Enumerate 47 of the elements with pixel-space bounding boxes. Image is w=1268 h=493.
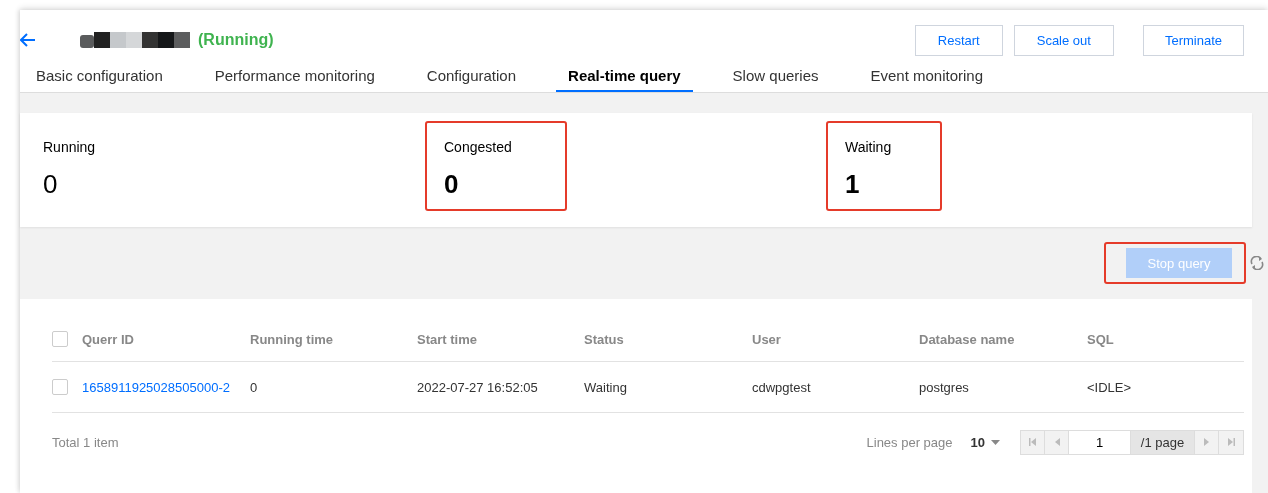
- next-page-button[interactable]: [1195, 430, 1219, 454]
- header-button[interactable]: Scale out: [1013, 24, 1114, 56]
- column-header: Status: [584, 331, 625, 347]
- tab[interactable]: Performance monitoring: [202, 62, 387, 92]
- pagination-control[interactable]: 1 /1 page: [1020, 429, 1244, 455]
- column-header: Database name: [919, 331, 1016, 347]
- tab[interactable]: Slow queries: [720, 62, 831, 92]
- stat-value: 0: [444, 169, 460, 200]
- caret-icon: [991, 439, 1000, 445]
- table-cell-text: <IDLE>: [1087, 379, 1133, 395]
- header-button[interactable]: Terminate: [1142, 24, 1244, 56]
- total-count: Total 1 item: [52, 434, 119, 450]
- instance-status: (Running): [198, 31, 274, 49]
- column-header: User: [752, 331, 782, 347]
- last-page-button[interactable]: [1219, 430, 1243, 454]
- first-page-button[interactable]: [1021, 430, 1045, 454]
- last-page-icon: [1227, 438, 1235, 446]
- checkbox[interactable]: [52, 331, 68, 347]
- stat-value: 0: [43, 169, 59, 200]
- table-cell-text: 0: [250, 379, 259, 395]
- column-header: Running time: [250, 331, 335, 347]
- header-button[interactable]: Restart: [914, 24, 1003, 56]
- refresh-icon[interactable]: [1250, 256, 1264, 270]
- page-total: /1 page: [1131, 430, 1195, 454]
- tab[interactable]: Configuration: [414, 62, 529, 92]
- table-cell-text: Waiting: [584, 379, 628, 395]
- stat-value: 1: [845, 169, 861, 200]
- stat-label: Running: [43, 139, 97, 155]
- stat-label: Congested: [444, 139, 513, 155]
- tab[interactable]: Event monitoring: [858, 62, 996, 92]
- table-cell-text: 2022-07-27 16:52:05: [417, 379, 539, 395]
- lines-per-page-label: Lines per page: [866, 434, 953, 450]
- column-header: Start time: [417, 331, 478, 347]
- page-size-select[interactable]: 10: [970, 434, 1000, 450]
- back-arrow-icon[interactable]: [20, 33, 36, 47]
- column-header: Querr ID: [82, 331, 135, 347]
- previous-page-button[interactable]: [1045, 430, 1069, 454]
- table-cell-text: postgres: [919, 379, 970, 395]
- tab[interactable]: Real-time query: [556, 62, 693, 92]
- table-cell-text: cdwpgtest: [752, 379, 812, 395]
- column-header: SQL: [1087, 331, 1115, 347]
- checkbox[interactable]: [52, 379, 68, 395]
- stat-label: Waiting: [845, 139, 893, 155]
- first-page-icon: [1028, 438, 1037, 446]
- query-id-link[interactable]: 1658911925028505000-2: [82, 379, 242, 395]
- tab[interactable]: Basic configuration: [24, 62, 175, 92]
- next-icon: [1202, 438, 1211, 446]
